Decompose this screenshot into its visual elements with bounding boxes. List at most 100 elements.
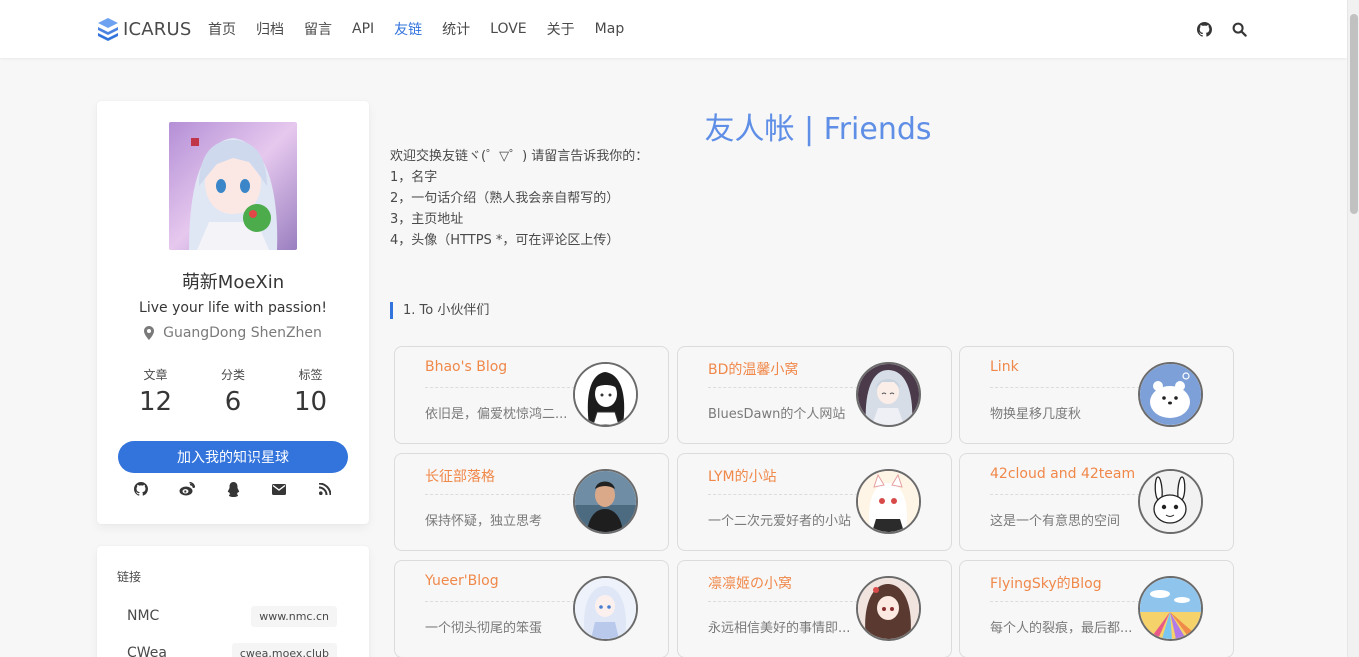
friend-name[interactable]: 凛凛姬の小窝 [708, 573, 792, 593]
friend-card[interactable]: LYM的小站 一个二次元爱好者的小站 [677, 453, 952, 551]
divider [990, 494, 1140, 495]
intro-text: 欢迎交换友链ヾ(゜▽゜) 请留言告诉我你的： 1，名字 2，一句话介绍（熟人我会… [390, 146, 648, 251]
profile-stats: 文章 12 分类 6 标签 10 [117, 366, 349, 417]
section-heading: 1. To 小伙伴们 [390, 302, 489, 319]
friend-card[interactable]: Bhao's Blog 依旧是，偏爱枕惊鸿二... [394, 346, 669, 444]
divider [708, 494, 858, 495]
friend-name[interactable]: Bhao's Blog [425, 359, 507, 375]
page-title: 友人帐 | Friends [704, 112, 932, 147]
stat-tags[interactable]: 标签 10 [272, 366, 349, 417]
link-item-nmc[interactable]: NMC www.nmc.cn [127, 604, 337, 628]
friend-card[interactable]: Link 物换星移几度秋 [959, 346, 1234, 444]
friend-avatar[interactable] [1138, 362, 1203, 427]
nav-guestbook[interactable]: 留言 [304, 19, 332, 39]
intro-line: 欢迎交换友链ヾ(゜▽゜) 请留言告诉我你的： [390, 149, 649, 164]
intro-line: 3，主页地址 [390, 212, 464, 227]
stat-label: 文章 [143, 368, 168, 382]
friend-name[interactable]: 42cloud and 42team [990, 466, 1135, 482]
intro-line: 2，一句话介绍（熟人我会亲自帮写的） [390, 191, 620, 206]
friend-avatar[interactable] [573, 362, 638, 427]
profile-avatar [169, 122, 297, 250]
link-url-tag: www.nmc.cn [251, 605, 337, 627]
profile-motto: Live your life with passion! [139, 300, 327, 316]
stat-value: 12 [138, 387, 173, 417]
friend-card[interactable]: FlyingSky的Blog 每个人的裂痕，最后都... [959, 560, 1234, 657]
friend-desc: 永远相信美好的事情即... [708, 621, 851, 636]
stat-label: 分类 [220, 368, 245, 382]
friend-avatar[interactable] [573, 469, 638, 534]
brand-logo-link[interactable]: ICARUS [97, 16, 192, 42]
intro-line: 4，头像（HTTPS *，可在评论区上传） [390, 233, 620, 248]
friend-card[interactable]: Yueer'Blog 一个彻头彻尾的笨蛋 [394, 560, 669, 657]
friend-card[interactable]: 长征部落格 保持怀疑，独立思考 [394, 453, 669, 551]
nav-stats[interactable]: 统计 [442, 19, 470, 39]
friend-desc: 保持怀疑，独立思考 [425, 514, 543, 529]
links-title: 链接 [117, 570, 142, 584]
divider [425, 601, 575, 602]
profile-name: 萌新MoeXin [181, 272, 285, 293]
navbar: ICARUS 首页 归档 留言 API 友链 统计 LOVE 关于 Map [0, 0, 1347, 58]
map-marker-icon [144, 326, 155, 340]
friend-avatar[interactable] [856, 576, 921, 641]
stat-value: 10 [293, 387, 328, 417]
email-icon[interactable] [256, 479, 302, 499]
stat-label: 标签 [298, 368, 323, 382]
stat-categories[interactable]: 分类 6 [195, 366, 272, 417]
divider [708, 387, 858, 388]
friend-card[interactable]: 凛凛姬の小窝 永远相信美好的事情即... [677, 560, 952, 657]
friend-desc: 这是一个有意思的空间 [990, 514, 1121, 529]
friend-desc: 一个彻头彻尾的笨蛋 [425, 621, 543, 636]
friend-name[interactable]: LYM的小站 [708, 466, 777, 486]
nav-love[interactable]: LOVE [490, 21, 527, 37]
links-card: 链接 NMC www.nmc.cn CWea cwea.moex.club [97, 546, 369, 657]
friend-name[interactable]: BD的温馨小窝 [708, 359, 798, 379]
nav-home[interactable]: 首页 [208, 19, 236, 39]
friend-avatar[interactable] [1138, 576, 1203, 641]
social-links [97, 479, 369, 499]
link-name: CWea [127, 645, 167, 657]
friend-avatar[interactable] [856, 469, 921, 534]
rss-icon[interactable] [302, 479, 348, 499]
profile-location: GuangDong ShenZhen [97, 325, 369, 341]
stat-value: 6 [224, 387, 242, 417]
friend-name[interactable]: 长征部落格 [425, 466, 495, 486]
search-icon[interactable] [1229, 19, 1249, 39]
nav-about[interactable]: 关于 [547, 19, 575, 39]
friend-avatar[interactable] [573, 576, 638, 641]
intro-line: 1，名字 [390, 170, 438, 185]
stat-posts[interactable]: 文章 12 [117, 366, 194, 417]
scrollbar-thumb[interactable] [1350, 14, 1358, 214]
friend-avatar[interactable] [856, 362, 921, 427]
friend-desc: 每个人的裂痕，最后都... [990, 621, 1133, 636]
brand-text: ICARUS [123, 18, 192, 40]
weibo-icon[interactable] [164, 479, 210, 499]
divider [425, 387, 575, 388]
divider [708, 601, 858, 602]
github-icon[interactable] [1194, 19, 1214, 39]
nav-archives[interactable]: 归档 [256, 19, 284, 39]
github-icon[interactable] [118, 479, 164, 499]
divider [990, 387, 1140, 388]
page-scrollbar[interactable] [1347, 0, 1359, 657]
location-text: GuangDong ShenZhen [163, 325, 322, 341]
profile-card: 萌新MoeXin Live your life with passion! Gu… [97, 101, 369, 524]
friend-card[interactable]: BD的温馨小窝 BluesDawn的个人网站 [677, 346, 952, 444]
nav-friends[interactable]: 友链 [394, 19, 422, 39]
friend-card[interactable]: 42cloud and 42team 这是一个有意思的空间 [959, 453, 1234, 551]
qq-icon[interactable] [210, 479, 256, 499]
link-name: NMC [127, 608, 160, 624]
nav-map[interactable]: Map [595, 21, 625, 37]
friend-name[interactable]: Yueer'Blog [425, 573, 499, 589]
main-nav: 首页 归档 留言 API 友链 统计 LOVE 关于 Map [208, 0, 644, 58]
join-knowledge-planet-button[interactable]: 加入我的知识星球 [118, 441, 348, 473]
friend-desc: 物换星移几度秋 [990, 407, 1082, 422]
friend-avatar[interactable] [1138, 469, 1203, 534]
friend-name[interactable]: FlyingSky的Blog [990, 573, 1102, 593]
friend-desc: 依旧是，偏爱枕惊鸿二... [425, 407, 568, 422]
link-item-cwea[interactable]: CWea cwea.moex.club [127, 641, 337, 657]
divider [425, 494, 575, 495]
friend-name[interactable]: Link [990, 359, 1019, 375]
nav-api[interactable]: API [352, 21, 374, 37]
link-url-tag: cwea.moex.club [231, 642, 337, 657]
friend-desc: 一个二次元爱好者的小站 [708, 514, 852, 529]
